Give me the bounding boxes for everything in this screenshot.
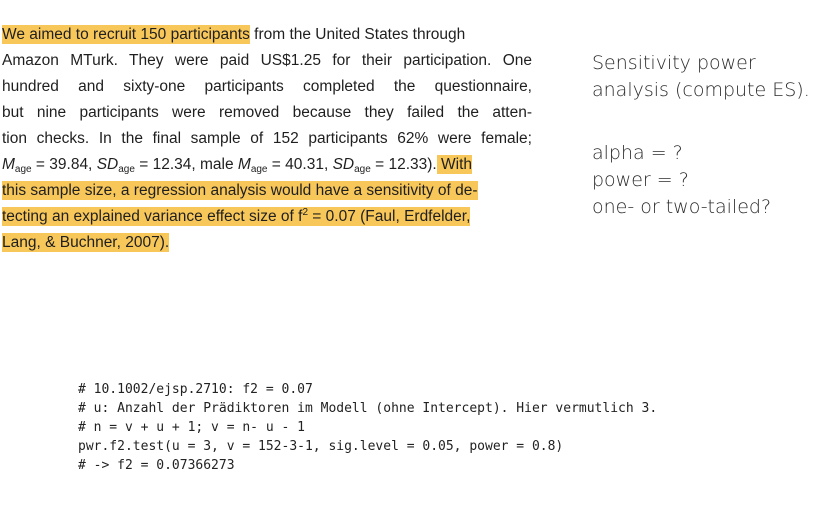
stat-symbol: SD xyxy=(332,156,355,173)
excerpt-text: = 12.33). xyxy=(370,156,437,173)
highlight: this sample size, a regression analysis … xyxy=(2,181,478,200)
excerpt-text: = 12.34, male xyxy=(134,156,238,173)
excerpt-line-5: tion checks. In the final sample of 152 … xyxy=(2,130,532,147)
excerpt-line-8: tecting an explained variance effect siz… xyxy=(2,204,532,230)
paper-excerpt: We aimed to recruit 150 participants fro… xyxy=(2,22,532,256)
note-title-line: analysis (compute ES). xyxy=(592,79,810,101)
excerpt-line-4: but nine participants were removed becau… xyxy=(2,104,532,121)
stat-symbol: M xyxy=(2,156,15,173)
highlight: tecting an explained variance effect siz… xyxy=(2,207,471,226)
code-line: # -> f2 = 0.07366273 xyxy=(78,458,235,473)
stat-symbol: M xyxy=(237,156,251,173)
r-code-block: # 10.1002/ejsp.2710: f2 = 0.07 # u: Anzah… xyxy=(78,380,657,475)
highlight-text: = 0.07 (Faul, Erdfelder, xyxy=(308,208,471,225)
excerpt-text: = 39.84, xyxy=(31,156,97,173)
note-tails: one- or two-tailed? xyxy=(592,196,772,218)
excerpt-line-2: Amazon MTurk. They were paid US$1.25 for… xyxy=(2,52,532,69)
excerpt-line-7: this sample size, a regression analysis … xyxy=(2,178,532,204)
excerpt-line-3: hundred and sixty-one participants compl… xyxy=(2,78,532,95)
code-line: pwr.f2.test(u = 3, v = 152-3-1, sig.leve… xyxy=(78,439,564,454)
note-power: power = ? xyxy=(592,169,689,191)
stat-subscript: age xyxy=(14,164,32,175)
excerpt-line-9: Lang, & Buchner, 2007). xyxy=(2,230,532,256)
stat-subscript: age xyxy=(250,164,268,175)
note-title-line: Sensitivity power xyxy=(592,52,756,74)
highlight: Lang, & Buchner, 2007). xyxy=(2,233,170,252)
highlight: We aimed to recruit 150 participants xyxy=(2,25,250,44)
code-line: # 10.1002/ejsp.2710: f2 = 0.07 xyxy=(78,382,313,397)
highlight: With xyxy=(436,155,473,174)
excerpt-text: from the United States through xyxy=(249,26,466,43)
stat-subscript: age xyxy=(354,164,371,175)
code-line: # n = v + u + 1; v = n- u - 1 xyxy=(78,420,305,435)
note-title: Sensitivity power analysis (compute ES). xyxy=(592,50,810,104)
note-questions: alpha = ? power = ? one- or two-tailed? xyxy=(592,140,771,221)
note-alpha: alpha = ? xyxy=(592,142,683,164)
highlight-text: tecting an explained variance effect siz… xyxy=(2,208,303,225)
stat-symbol: SD xyxy=(96,156,119,173)
excerpt-line-6: Mage = 39.84, SDage = 12.34, male Mage =… xyxy=(2,152,532,178)
stat-subscript: age xyxy=(118,164,135,175)
excerpt-text: = 40.31, xyxy=(267,156,333,173)
code-line: # u: Anzahl der Prädiktoren im Modell (o… xyxy=(78,401,658,416)
excerpt-line-1: We aimed to recruit 150 participants fro… xyxy=(2,22,532,48)
